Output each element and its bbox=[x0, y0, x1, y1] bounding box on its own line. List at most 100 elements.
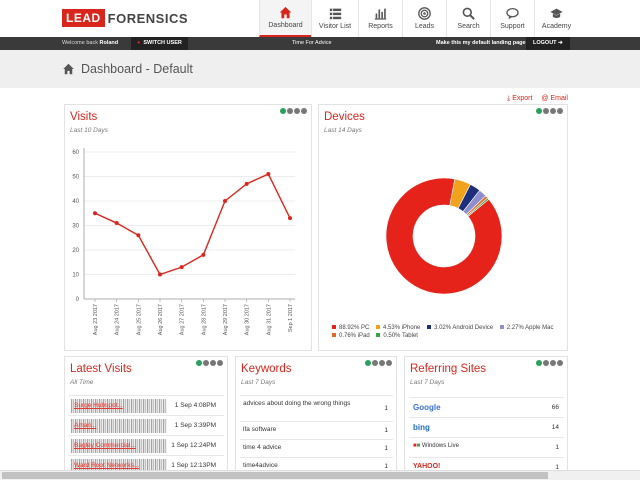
dashboard-actions: ⤓ Export @ Email bbox=[507, 95, 568, 103]
table-row[interactable]: Google 66 bbox=[409, 397, 564, 417]
nav-reports[interactable]: Reports bbox=[358, 0, 402, 37]
welcome-text: Welcome back Roland bbox=[62, 40, 119, 46]
table-row[interactable]: ■■ Windows Live 1 bbox=[409, 437, 564, 457]
top-navigation: LEAD FORENSICS Dashboard Visitor List Re… bbox=[0, 0, 640, 37]
nav-leads[interactable]: Leads bbox=[402, 0, 446, 37]
list-item[interactable]: Surge Hubspot... 1 Sep 4:08PM bbox=[69, 395, 224, 415]
export-link[interactable]: ⤓ Export bbox=[507, 95, 532, 103]
scrollbar-thumb[interactable] bbox=[2, 472, 548, 479]
visit-time: 1 Sep 12:24PM bbox=[171, 442, 216, 449]
data-point[interactable] bbox=[158, 272, 162, 277]
close-icon[interactable] bbox=[386, 360, 392, 366]
nav-visitor-list[interactable]: Visitor List bbox=[311, 0, 358, 37]
nav-support[interactable]: Support bbox=[490, 0, 534, 37]
keyword-count: 1 bbox=[384, 463, 388, 470]
legend-item[interactable]: 0.76% iPad bbox=[332, 333, 370, 339]
visitor-name-obscured: Surge Hubspot... bbox=[71, 399, 167, 413]
home-icon bbox=[279, 6, 292, 19]
data-point[interactable] bbox=[93, 211, 97, 216]
legend-swatch bbox=[332, 325, 336, 329]
download-icon: ⤓ bbox=[507, 95, 511, 102]
keyword-count: 1 bbox=[384, 405, 388, 412]
legend-item[interactable]: 88.92% PC bbox=[332, 325, 369, 331]
refresh-icon[interactable] bbox=[550, 360, 556, 366]
visitor-name-obscured: Bagley Commercial... bbox=[71, 439, 167, 453]
visit-time: 1 Sep 4:08PM bbox=[174, 402, 216, 409]
email-link[interactable]: @ Email bbox=[541, 95, 568, 103]
add-icon[interactable] bbox=[536, 360, 542, 366]
search-icon bbox=[462, 7, 475, 20]
legend-item[interactable]: 0.50% Tablet bbox=[376, 333, 418, 339]
visit-time: 1 Sep 3:39PM bbox=[174, 422, 216, 429]
nav-search[interactable]: Search bbox=[446, 0, 490, 37]
table-row[interactable]: time 4 advice 1 bbox=[240, 439, 393, 457]
nav-dashboard[interactable]: Dashboard bbox=[259, 0, 311, 37]
switch-user-button[interactable]: ● SWITCH USER bbox=[131, 37, 188, 50]
visits-series-line bbox=[94, 173, 291, 276]
close-icon[interactable] bbox=[557, 360, 563, 366]
data-point[interactable] bbox=[288, 216, 292, 221]
table-row[interactable]: lfa software 1 bbox=[240, 421, 393, 439]
list-item[interactable]: Bagley Commercial... 1 Sep 12:24PM bbox=[69, 435, 224, 455]
keyword-count: 1 bbox=[384, 445, 388, 452]
legend-swatch bbox=[427, 325, 432, 329]
referral-count: 1 bbox=[555, 444, 559, 451]
data-point[interactable] bbox=[244, 181, 249, 186]
add-icon[interactable] bbox=[196, 360, 202, 366]
y-tick-label: 10 bbox=[72, 273, 79, 279]
data-point[interactable] bbox=[266, 172, 271, 177]
close-icon[interactable] bbox=[217, 360, 223, 366]
list-item[interactable]: Amari... 1 Sep 3:39PM bbox=[69, 415, 224, 435]
logout-button[interactable]: LOGOUT ➔ bbox=[526, 37, 570, 50]
graduation-cap-icon bbox=[550, 8, 563, 18]
panel-controls bbox=[365, 360, 392, 366]
table-row[interactable]: advices about doing the wrong things 1 bbox=[240, 395, 393, 421]
y-tick-label: 60 bbox=[72, 150, 79, 156]
lead-forensics-logo[interactable]: LEAD FORENSICS bbox=[62, 9, 188, 27]
legend-item[interactable]: 3.02% Android Device bbox=[427, 325, 493, 331]
settings-icon[interactable] bbox=[203, 360, 209, 366]
chat-icon bbox=[506, 7, 519, 20]
legend-swatch bbox=[376, 333, 381, 337]
keywords-subtitle: Last 7 Days bbox=[241, 379, 276, 386]
target-icon bbox=[418, 7, 431, 20]
user-bar: Welcome back Roland ● SWITCH USER Time Fo… bbox=[0, 37, 640, 50]
x-tick-label: Aug 25 2017 bbox=[136, 304, 142, 335]
default-landing-page-link[interactable]: Make this my default landing page bbox=[436, 40, 526, 46]
y-tick-label: 0 bbox=[76, 297, 80, 303]
table-row[interactable]: bing 14 bbox=[409, 417, 564, 437]
list-icon bbox=[329, 8, 341, 20]
horizontal-scrollbar[interactable] bbox=[0, 470, 640, 480]
data-point[interactable] bbox=[179, 265, 184, 270]
settings-icon[interactable] bbox=[372, 360, 378, 366]
x-tick-label: Aug 30 2017 bbox=[245, 304, 251, 335]
data-point[interactable] bbox=[114, 221, 119, 226]
data-point[interactable] bbox=[201, 252, 206, 257]
refresh-icon[interactable] bbox=[210, 360, 216, 366]
devices-legend: 88.92% PC 4.53% iPhone 3.02% Android Dev… bbox=[332, 324, 562, 340]
nav-academy-label: Academy bbox=[541, 23, 572, 30]
legend-item[interactable]: 2.27% Apple Mac bbox=[499, 325, 554, 331]
visitor-name-obscured: Amari... bbox=[71, 419, 167, 433]
logo-lead: LEAD bbox=[62, 9, 105, 27]
bing-logo: bing bbox=[413, 423, 430, 432]
add-icon[interactable] bbox=[365, 360, 371, 366]
panel-controls bbox=[536, 360, 563, 366]
referring-sites-title: Referring Sites bbox=[410, 363, 487, 375]
title-bar: Dashboard - Default bbox=[0, 50, 640, 88]
settings-icon[interactable] bbox=[543, 360, 549, 366]
legend-swatch bbox=[499, 325, 504, 329]
nav-academy[interactable]: Academy bbox=[534, 0, 578, 37]
refresh-icon[interactable] bbox=[379, 360, 385, 366]
x-tick-label: Aug 29 2017 bbox=[223, 304, 229, 335]
keyword-text: lfa software bbox=[243, 426, 277, 433]
user-icon: ● bbox=[137, 40, 141, 46]
data-point[interactable] bbox=[223, 199, 227, 203]
devices-donut-chart bbox=[385, 177, 503, 295]
nav-dashboard-label: Dashboard bbox=[268, 22, 303, 29]
data-point[interactable] bbox=[136, 233, 141, 238]
legend-item[interactable]: 4.53% iPhone bbox=[376, 325, 420, 331]
visit-time: 1 Sep 12:13PM bbox=[171, 462, 216, 469]
x-tick-label: Sep 1 2017 bbox=[288, 304, 294, 332]
x-tick-label: Aug 27 2017 bbox=[180, 304, 186, 335]
